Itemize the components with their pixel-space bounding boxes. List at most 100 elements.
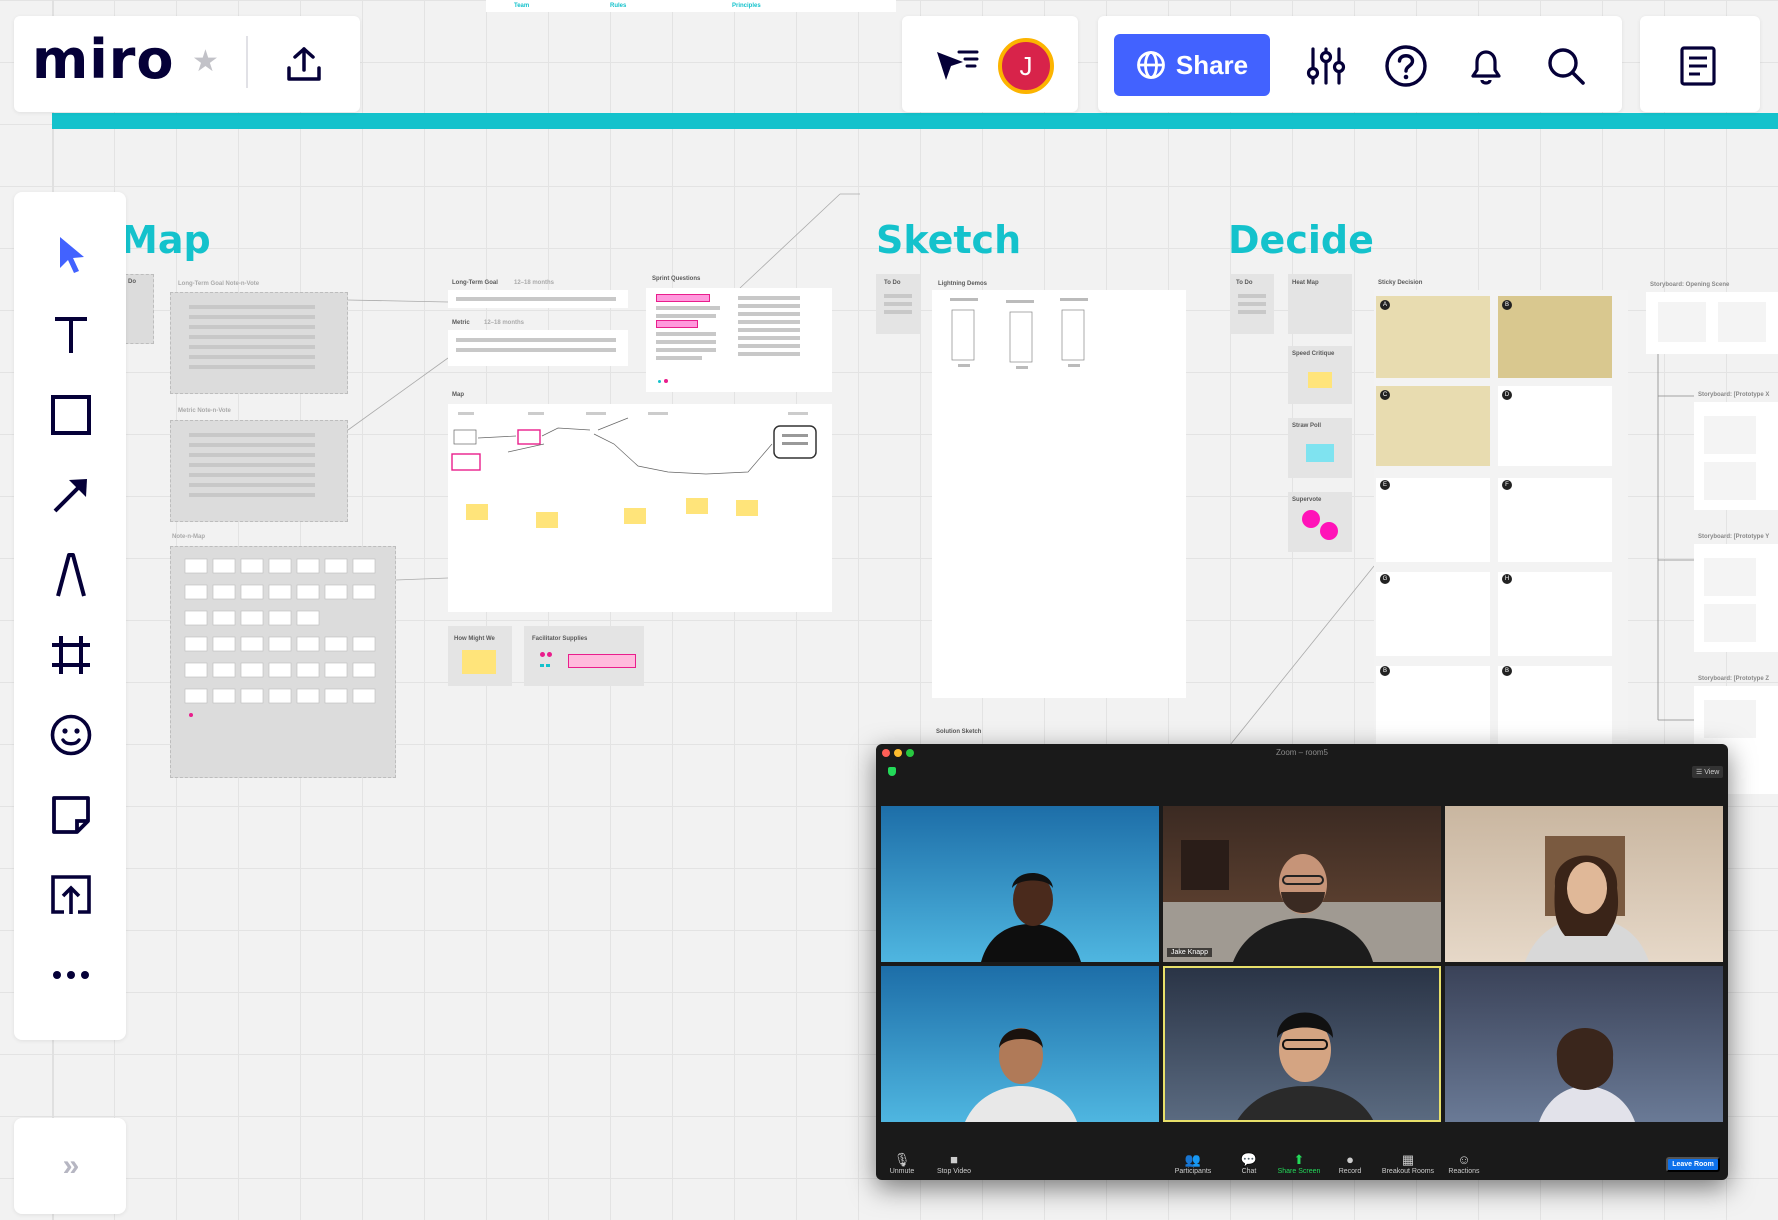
metric-frame[interactable]: [448, 330, 628, 366]
participant-figure-6: [1539, 1028, 1635, 1122]
storyboard-opening-frame[interactable]: [1646, 292, 1778, 354]
arrow-tool-icon[interactable]: [40, 464, 102, 526]
slot-marker-f: F: [1502, 480, 1512, 490]
star-icon[interactable]: ★: [192, 44, 219, 79]
section-title-decide: Decide: [1228, 218, 1374, 262]
video-tile-2[interactable]: Jake Knapp: [1163, 806, 1441, 962]
export-upload-icon[interactable]: [278, 38, 330, 90]
long-term-goal-label: Long-Term Goal: [452, 280, 498, 286]
speed-critique-label: Speed Critique: [1292, 351, 1335, 357]
facilitator-supplies-frame[interactable]: [524, 626, 644, 686]
lightning-demos-frame[interactable]: [932, 290, 1186, 698]
record-button[interactable]: ● Record: [1320, 1152, 1380, 1175]
slot-marker-a: A: [1380, 300, 1390, 310]
share-label: Share: [1175, 49, 1249, 80]
reactions-smile-icon: ☺: [1457, 1152, 1471, 1167]
storyboard-y-frame[interactable]: [1694, 544, 1778, 652]
decision-photo-a: [1376, 296, 1490, 378]
view-toggle-button[interactable]: ☰ View: [1692, 766, 1724, 778]
slot-marker-j: B: [1502, 666, 1512, 676]
map-flow-frame[interactable]: [448, 404, 832, 612]
how-might-we-frame[interactable]: [448, 626, 512, 686]
video-camera-icon: ■: [950, 1152, 958, 1167]
board-notes-icon[interactable]: [1672, 40, 1724, 92]
supervote-label: Supervote: [1292, 497, 1322, 503]
how-might-we-label: How Might We: [454, 636, 495, 642]
decision-slot-h: [1498, 572, 1612, 656]
map-todo-label: Do: [128, 279, 136, 285]
follow-cursor-icon[interactable]: [930, 42, 982, 90]
decision-slot-e: [1376, 478, 1490, 562]
leave-room-button[interactable]: Leave Room: [1666, 1157, 1720, 1172]
slot-marker-i: B: [1380, 666, 1390, 676]
video-tile-4[interactable]: [881, 966, 1159, 1122]
lightning-demo-sketches: [950, 298, 1088, 369]
sketch-connector: [1226, 565, 1375, 750]
reactions-label: Reactions: [1448, 1168, 1480, 1175]
metric-vote-frame[interactable]: [170, 420, 348, 522]
shape-tool-icon[interactable]: [40, 384, 102, 446]
video-tile-3[interactable]: [1445, 806, 1723, 962]
miro-logo[interactable]: miro: [32, 28, 175, 91]
slot-marker-c: C: [1380, 390, 1390, 400]
view-label: View: [1704, 769, 1720, 776]
storyboard-x-frame[interactable]: [1694, 402, 1778, 510]
heat-map-label: Heat Map: [1292, 280, 1319, 286]
lightning-demos-label: Lightning Demos: [938, 281, 987, 287]
storyboard-y-label: Storyboard: [Prototype Y: [1698, 534, 1770, 540]
zoom-window-title: Zoom – room5: [1275, 748, 1329, 757]
emoji-sticker-icon[interactable]: [40, 704, 102, 766]
sticky-note-icon[interactable]: [40, 784, 102, 846]
window-minimize-button[interactable]: [894, 749, 902, 757]
decision-slot-j: [1498, 666, 1612, 750]
participant-name-tag: Jake Knapp: [1167, 948, 1212, 957]
map-flow-diagram: [451, 412, 817, 528]
sticky-decision-frame[interactable]: [1374, 290, 1628, 750]
settings-sliders-icon[interactable]: [1300, 40, 1352, 92]
user-avatar[interactable]: J: [998, 38, 1054, 94]
top-strip-label-team: Team: [514, 3, 530, 9]
unmute-button[interactable]: 🎙 Unmute: [872, 1152, 932, 1175]
participants-button[interactable]: 👥 Participants: [1163, 1152, 1223, 1175]
select-tool-icon[interactable]: [40, 224, 102, 286]
text-tool-icon[interactable]: [40, 304, 102, 366]
metric-vote-label: Metric Note-n-Vote: [178, 408, 231, 414]
breakout-rooms-button[interactable]: ▦ Breakout Rooms: [1378, 1152, 1438, 1175]
top-strip-label-rules: Rules: [610, 3, 627, 9]
sprint-questions-frame[interactable]: [646, 288, 832, 392]
share-button[interactable]: Share: [1114, 34, 1270, 96]
toolbar-divider: [246, 36, 248, 88]
frame-tool-icon[interactable]: [40, 624, 102, 686]
sketch-todo-label: To Do: [884, 280, 901, 286]
help-icon[interactable]: [1380, 40, 1432, 92]
participant-figure-1: [981, 873, 1081, 962]
window-maximize-button[interactable]: [906, 749, 914, 757]
decision-slot-g: [1376, 572, 1490, 656]
decision-slot-i: [1376, 666, 1490, 750]
expand-chevron-icon[interactable]: »: [40, 1138, 102, 1194]
reactions-button[interactable]: ☺ Reactions: [1434, 1152, 1494, 1175]
stop-video-button[interactable]: ■ Stop Video: [924, 1152, 984, 1175]
participants-icon: 👥: [1184, 1152, 1202, 1167]
slot-marker-d: D: [1502, 390, 1512, 400]
video-tile-5-active-speaker[interactable]: [1163, 966, 1441, 1122]
top-strip-label-principles: Principles: [732, 3, 761, 9]
pen-tool-icon[interactable]: [40, 544, 102, 606]
long-term-goal-frame[interactable]: [448, 290, 628, 308]
window-close-button[interactable]: [882, 749, 890, 757]
record-label: Record: [1338, 1168, 1362, 1175]
solution-sketch-label: Solution Sketch: [936, 729, 982, 735]
video-tile-6[interactable]: [1445, 966, 1723, 1122]
participant-figure-2: [1163, 840, 1441, 962]
bell-icon[interactable]: [1460, 40, 1512, 92]
search-icon[interactable]: [1540, 40, 1592, 92]
more-tools-icon[interactable]: [40, 944, 102, 1006]
video-tile-1[interactable]: [881, 806, 1159, 962]
breakout-rooms-label: Breakout Rooms: [1381, 1168, 1435, 1175]
participant-figure-3: [1525, 836, 1649, 962]
slot-marker-g: G: [1380, 574, 1390, 584]
long-term-vote-frame[interactable]: [170, 292, 348, 394]
slot-marker-e: E: [1380, 480, 1390, 490]
upload-tool-icon[interactable]: [40, 864, 102, 926]
metric-period: 12–18 months: [484, 320, 525, 326]
